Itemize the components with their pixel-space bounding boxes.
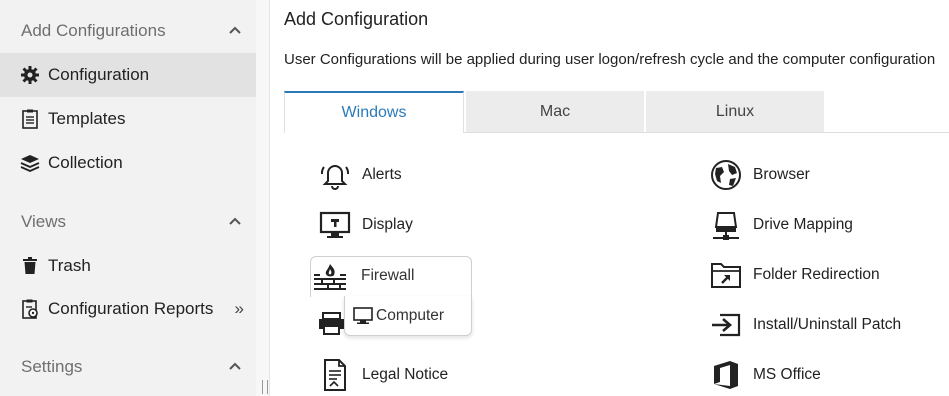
section-title: Add Configurations [21,21,166,40]
config-item-label: Drive Mapping [753,216,853,233]
config-item-label: Display [362,216,413,233]
monitor-icon [318,208,352,242]
sidebar-item-label: Configuration [48,65,150,84]
section-header-settings[interactable]: Settings [0,347,256,387]
tab-windows[interactable]: Windows [284,91,464,133]
config-item-firewall[interactable]: Firewall [310,256,472,296]
trash-icon [20,256,40,276]
config-item-browser[interactable]: Browser [709,155,810,195]
layers-icon [20,153,40,173]
network-drive-icon [709,208,743,242]
folder-redirect-icon [709,258,743,292]
config-item-label: Firewall [361,267,415,284]
sidebar-item-configuration-reports[interactable]: Configuration Reports » [0,287,256,331]
config-item-display[interactable]: Display [318,205,413,245]
expand-arrow-icon[interactable]: » [235,299,244,319]
config-item-label: Folder Redirection [753,266,880,283]
install-icon [709,308,743,342]
chevron-up-icon [229,26,241,34]
config-item-label: MS Office [753,366,821,383]
popup-option-computer[interactable]: Computer [353,306,444,326]
tab-linux[interactable]: Linux [646,91,824,133]
chevron-up-icon [229,362,241,370]
sidebar-item-label: Trash [48,256,91,275]
config-item-ms-office[interactable]: MS Office [709,355,821,395]
config-item-folder-redirection[interactable]: Folder Redirection [709,255,880,295]
firewall-popup: Firewall Computer [310,256,472,336]
gear-icon [20,65,40,85]
os-tabs: Windows Mac Linux [284,91,949,133]
page-title: Add Configuration [284,9,429,29]
config-item-label: Legal Notice [362,366,449,383]
sidebar-item-templates[interactable]: Templates [0,97,256,141]
bell-icon [318,158,352,192]
config-item-label: Install/Uninstall Patch [753,316,902,333]
report-icon [20,299,40,319]
sidebar-item-configuration[interactable]: Configuration [0,53,256,97]
config-item-label: Alerts [362,166,402,183]
sidebar-item-label: Collection [48,153,123,172]
config-item-drive-mapping[interactable]: Drive Mapping [709,205,853,245]
tab-mac[interactable]: Mac [466,91,644,133]
chevron-up-icon [229,217,241,225]
office-icon [709,358,743,392]
clipboard-icon [20,109,40,129]
info-text: User Configurations will be applied duri… [284,51,936,68]
sidebar-splitter[interactable] [256,0,270,396]
sidebar-item-label: Configuration Reports [48,299,214,318]
divider [464,132,949,133]
splitter-grip-icon[interactable] [262,380,268,394]
section-title: Settings [21,357,83,376]
computer-icon [353,306,373,326]
sidebar: Add Configurations Configuration Templat… [0,0,256,396]
sidebar-item-trash[interactable]: Trash [0,244,256,288]
globe-icon [709,158,743,192]
sidebar-item-collection[interactable]: Collection [0,141,256,185]
config-item-install-uninstall-patch[interactable]: Install/Uninstall Patch [709,305,901,345]
config-item-alerts[interactable]: Alerts [318,155,402,195]
popup-option-label: Computer [376,307,445,324]
config-item-label: Browser [753,166,810,183]
section-header-add-configurations[interactable]: Add Configurations [0,11,256,51]
firewall-icon [310,259,350,293]
document-icon [318,358,352,392]
sidebar-item-label: Templates [48,109,126,128]
section-title: Views [21,212,67,231]
config-item-legal-notice[interactable]: Legal Notice [318,355,448,395]
section-header-views[interactable]: Views [0,202,256,242]
